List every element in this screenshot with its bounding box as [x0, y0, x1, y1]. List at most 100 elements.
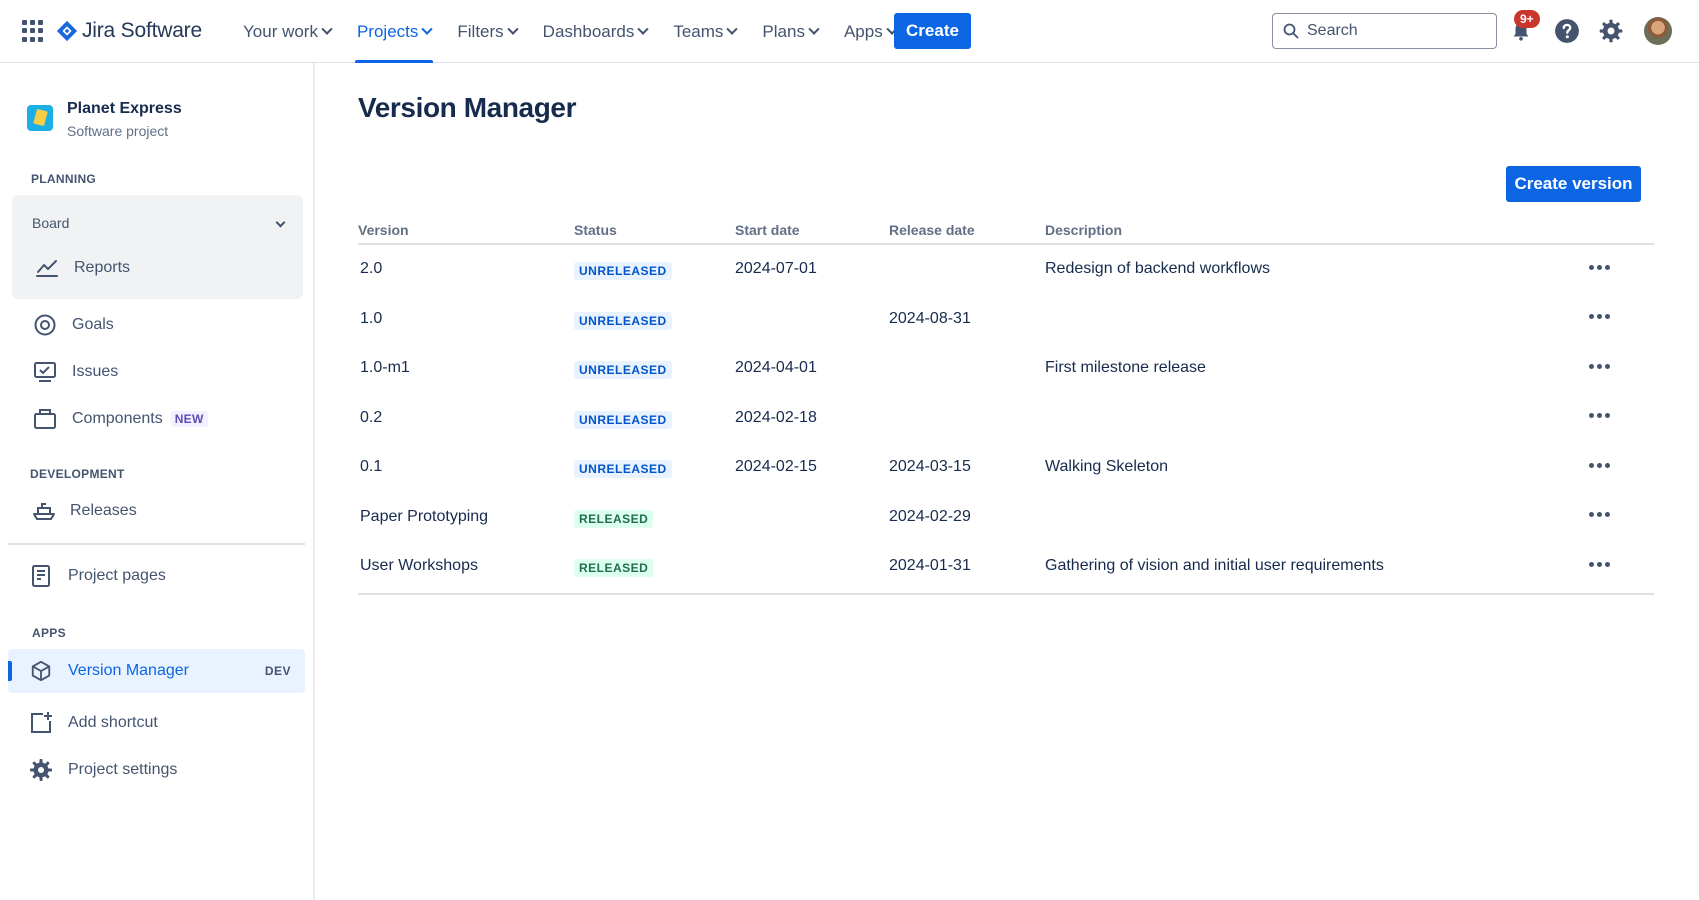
- release-date: 2024-08-31: [889, 309, 971, 327]
- chevron-down-icon: [507, 23, 519, 35]
- status-badge: UNRELEASED: [574, 410, 672, 429]
- search-box[interactable]: [1272, 13, 1497, 49]
- sidebar-item-label: Project settings: [68, 761, 178, 778]
- project-pages-icon: [28, 563, 54, 589]
- create-button[interactable]: Create: [894, 13, 971, 49]
- nav-projects[interactable]: Projects: [344, 0, 444, 63]
- sidebar-item-label: Components: [72, 410, 163, 427]
- table-row: 2.0 UNRELEASED 2024-07-01 Redesign of ba…: [358, 245, 1654, 295]
- version-name[interactable]: 0.2: [360, 409, 382, 427]
- help-button[interactable]: [1552, 16, 1582, 46]
- nav-label: Apps: [843, 21, 883, 41]
- start-date: 2024-04-01: [735, 359, 817, 376]
- version-name[interactable]: 2.0: [360, 260, 382, 278]
- column-description[interactable]: Description: [1045, 222, 1122, 238]
- nav-dashboards[interactable]: Dashboards: [530, 0, 661, 63]
- column-version[interactable]: Version: [358, 222, 409, 238]
- search-icon: [1283, 23, 1299, 39]
- chevron-down-icon: [808, 23, 820, 35]
- sidebar-item-releases[interactable]: Releases: [8, 489, 305, 533]
- more-icon: [1588, 561, 1594, 567]
- nav-label: Projects: [356, 21, 419, 41]
- nav-teams[interactable]: Teams: [660, 0, 749, 63]
- sidebar-item-version-manager[interactable]: Version Manager DEV: [8, 649, 305, 693]
- table-footer-rule: [358, 592, 1654, 595]
- project-header[interactable]: Planet Express Software project: [27, 99, 182, 141]
- table-row: User Workshops RELEASED 2024-01-31 Gathe…: [358, 542, 1654, 592]
- column-release-date[interactable]: Release date: [889, 222, 975, 238]
- version-name[interactable]: 1.0: [360, 310, 382, 328]
- settings-button[interactable]: [1596, 16, 1626, 46]
- sidebar-item-add-shortcut[interactable]: Add shortcut: [8, 701, 305, 745]
- nav-label: Dashboards: [542, 21, 635, 41]
- nav-your-work[interactable]: Your work: [230, 0, 344, 63]
- nav-label: Filters: [457, 21, 504, 41]
- nav-filters[interactable]: Filters: [444, 0, 529, 63]
- sidebar-item-label: Issues: [72, 363, 119, 380]
- description: Walking Skeleton: [1045, 458, 1169, 475]
- version-name[interactable]: Paper Prototyping: [360, 508, 488, 526]
- sidebar-item-project-pages[interactable]: Project pages: [8, 554, 305, 598]
- status-badge: UNRELEASED: [574, 460, 672, 478]
- app-switcher-icon[interactable]: [22, 20, 44, 42]
- new-badge: NEW: [170, 411, 208, 427]
- releases-icon: [31, 498, 57, 524]
- sidebar-item-label: Releases: [70, 502, 137, 519]
- more-actions-button[interactable]: [1584, 305, 1614, 329]
- more-icon: [1588, 363, 1594, 369]
- nav-label: Plans: [762, 21, 805, 41]
- nav-label: Your work: [243, 21, 318, 41]
- status-badge: RELEASED: [574, 559, 654, 577]
- create-version-button[interactable]: Create version: [1506, 166, 1641, 202]
- goals-icon: [32, 312, 58, 338]
- version-name[interactable]: User Workshops: [360, 557, 478, 575]
- more-actions-button[interactable]: [1584, 503, 1614, 527]
- version-name[interactable]: 1.0-m1: [360, 359, 410, 377]
- project-type: Software project: [67, 123, 169, 139]
- start-date: 2024-02-18: [735, 408, 817, 426]
- sidebar-item-issues[interactable]: Issues: [8, 350, 305, 394]
- dev-badge: DEV: [264, 664, 291, 678]
- column-start-date[interactable]: Start date: [735, 222, 800, 238]
- sidebar-item-label: Add shortcut: [68, 714, 158, 731]
- column-status[interactable]: Status: [574, 222, 617, 238]
- jira-logo[interactable]: Jira Software: [56, 17, 202, 45]
- reports-icon: [34, 255, 60, 281]
- development-section-label: DEVELOPMENT: [30, 467, 125, 481]
- top-navigation: Jira Software Your work Projects Filters…: [0, 0, 1699, 63]
- project-name: Planet Express: [67, 100, 182, 117]
- issues-icon: [32, 359, 58, 385]
- sidebar-item-reports[interactable]: Reports: [10, 246, 307, 290]
- more-actions-button[interactable]: [1584, 354, 1614, 378]
- nav-plans[interactable]: Plans: [749, 0, 831, 63]
- more-actions-button[interactable]: [1584, 404, 1614, 428]
- chevron-down-icon: [637, 23, 650, 35]
- more-actions-button[interactable]: [1584, 255, 1614, 279]
- more-actions-button[interactable]: [1584, 552, 1614, 576]
- chevron-down-icon: [421, 23, 434, 35]
- chevron-down-icon: [726, 23, 739, 35]
- sidebar-item-goals[interactable]: Goals: [8, 303, 305, 347]
- sidebar-item-components[interactable]: Components NEW: [8, 397, 305, 441]
- status-badge: UNRELEASED: [574, 262, 672, 280]
- chevron-down-icon[interactable]: [275, 217, 286, 228]
- more-icon: [1588, 413, 1594, 418]
- project-avatar-icon: [27, 105, 53, 131]
- nav-label: Teams: [673, 21, 724, 41]
- notification-badge: 9+: [1514, 10, 1540, 28]
- sidebar-divider: [8, 543, 305, 545]
- board-switcher[interactable]: Board: [32, 215, 69, 231]
- more-actions-button[interactable]: [1584, 453, 1614, 477]
- version-name[interactable]: 0.1: [360, 458, 382, 476]
- settings-icon: [1599, 19, 1623, 43]
- search-input[interactable]: [1307, 22, 1487, 40]
- release-date: 2024-01-31: [889, 557, 971, 574]
- status-badge: UNRELEASED: [574, 311, 672, 330]
- table-row: 0.1 UNRELEASED 2024-02-15 2024-03-15 Wal…: [358, 443, 1654, 493]
- jira-logo-icon: [56, 20, 78, 42]
- user-avatar[interactable]: [1644, 17, 1672, 45]
- sidebar-item-project-settings[interactable]: Project settings: [8, 748, 305, 792]
- status-badge: UNRELEASED: [574, 361, 672, 379]
- primary-nav: Your work Projects Filters Dashboards Te…: [230, 0, 909, 63]
- sidebar-item-label: Goals: [72, 316, 114, 333]
